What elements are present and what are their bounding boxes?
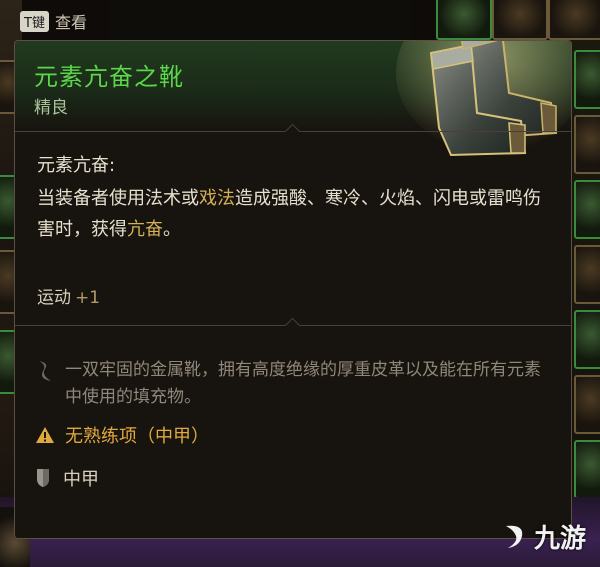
armor-type-text: 中甲 — [63, 469, 99, 490]
passive-section: 元素亢奋: 当装备者使用法术或戏法造成强酸、寒冷、火焰、闪电或雷鸣伤害时，获得亢… — [37, 151, 549, 245]
inventory-slot[interactable] — [436, 0, 492, 40]
watermark-text: 九游 — [533, 524, 586, 554]
site-watermark: 九游 — [500, 518, 586, 555]
tooltip-header: 元素亢奋之靴 精良 — [15, 41, 571, 157]
divider-notch — [284, 317, 301, 334]
lore-row: 一双牢固的金属靴，拥有高度绝缘的厚重皮革以及能在所有元素中使用的填充物。 — [35, 357, 551, 411]
proficiency-warning: 无熟练项（中甲） — [35, 422, 209, 448]
armor-type-row: 中甲 — [35, 465, 99, 491]
inventory-slot[interactable] — [574, 310, 600, 369]
inventory-slot[interactable] — [574, 375, 600, 434]
item-tooltip: 元素亢奋之靴 精良 元素亢奋: 当装备者使用法术或戏法造成强酸、寒冷、火焰、闪电… — [14, 40, 572, 539]
keyword-cantrip[interactable]: 戏法 — [199, 188, 235, 209]
passive-text: 当装备者使用法术或 — [37, 188, 199, 209]
watermark-logo-icon — [505, 525, 523, 548]
inventory-slot[interactable] — [548, 0, 600, 40]
inventory-slot[interactable] — [574, 180, 600, 239]
examine-hotkey-hint[interactable]: T键 查看 — [20, 8, 87, 34]
inventory-slot[interactable] — [492, 0, 548, 40]
passive-title: 元素亢奋: — [37, 155, 116, 176]
inventory-slot[interactable] — [574, 440, 600, 499]
tooltip-lower: 一双牢固的金属靴，拥有高度绝缘的厚重皮革以及能在所有元素中使用的填充物。 无熟练… — [15, 335, 571, 538]
lore-text: 一双牢固的金属靴，拥有高度绝缘的厚重皮革以及能在所有元素中使用的填充物。 — [65, 360, 541, 407]
proficiency-warning-text: 无熟练项（中甲） — [65, 426, 209, 447]
stat-value: +1 — [75, 288, 101, 308]
stat-label: 运动 — [37, 288, 71, 308]
item-name: 元素亢奋之靴 — [34, 63, 184, 91]
keycap-t: T键 — [20, 10, 49, 32]
stat-row: 运动 +1 — [37, 283, 549, 308]
shield-icon — [37, 469, 49, 487]
inventory-slot[interactable] — [574, 245, 600, 304]
warning-icon — [36, 427, 54, 443]
passive-description: 当装备者使用法术或戏法造成强酸、寒冷、火焰、闪电或雷鸣伤害时，获得亢奋。 — [37, 183, 549, 245]
quill-icon — [39, 361, 51, 381]
inventory-slot[interactable] — [574, 50, 600, 109]
inventory-slot[interactable] — [574, 115, 600, 174]
keyword-arcane-acuity[interactable]: 亢奋 — [127, 219, 163, 240]
item-rarity: 精良 — [34, 98, 68, 118]
inventory-top-bar — [110, 0, 410, 40]
examine-label: 查看 — [54, 13, 87, 32]
passive-text: 。 — [163, 219, 181, 240]
